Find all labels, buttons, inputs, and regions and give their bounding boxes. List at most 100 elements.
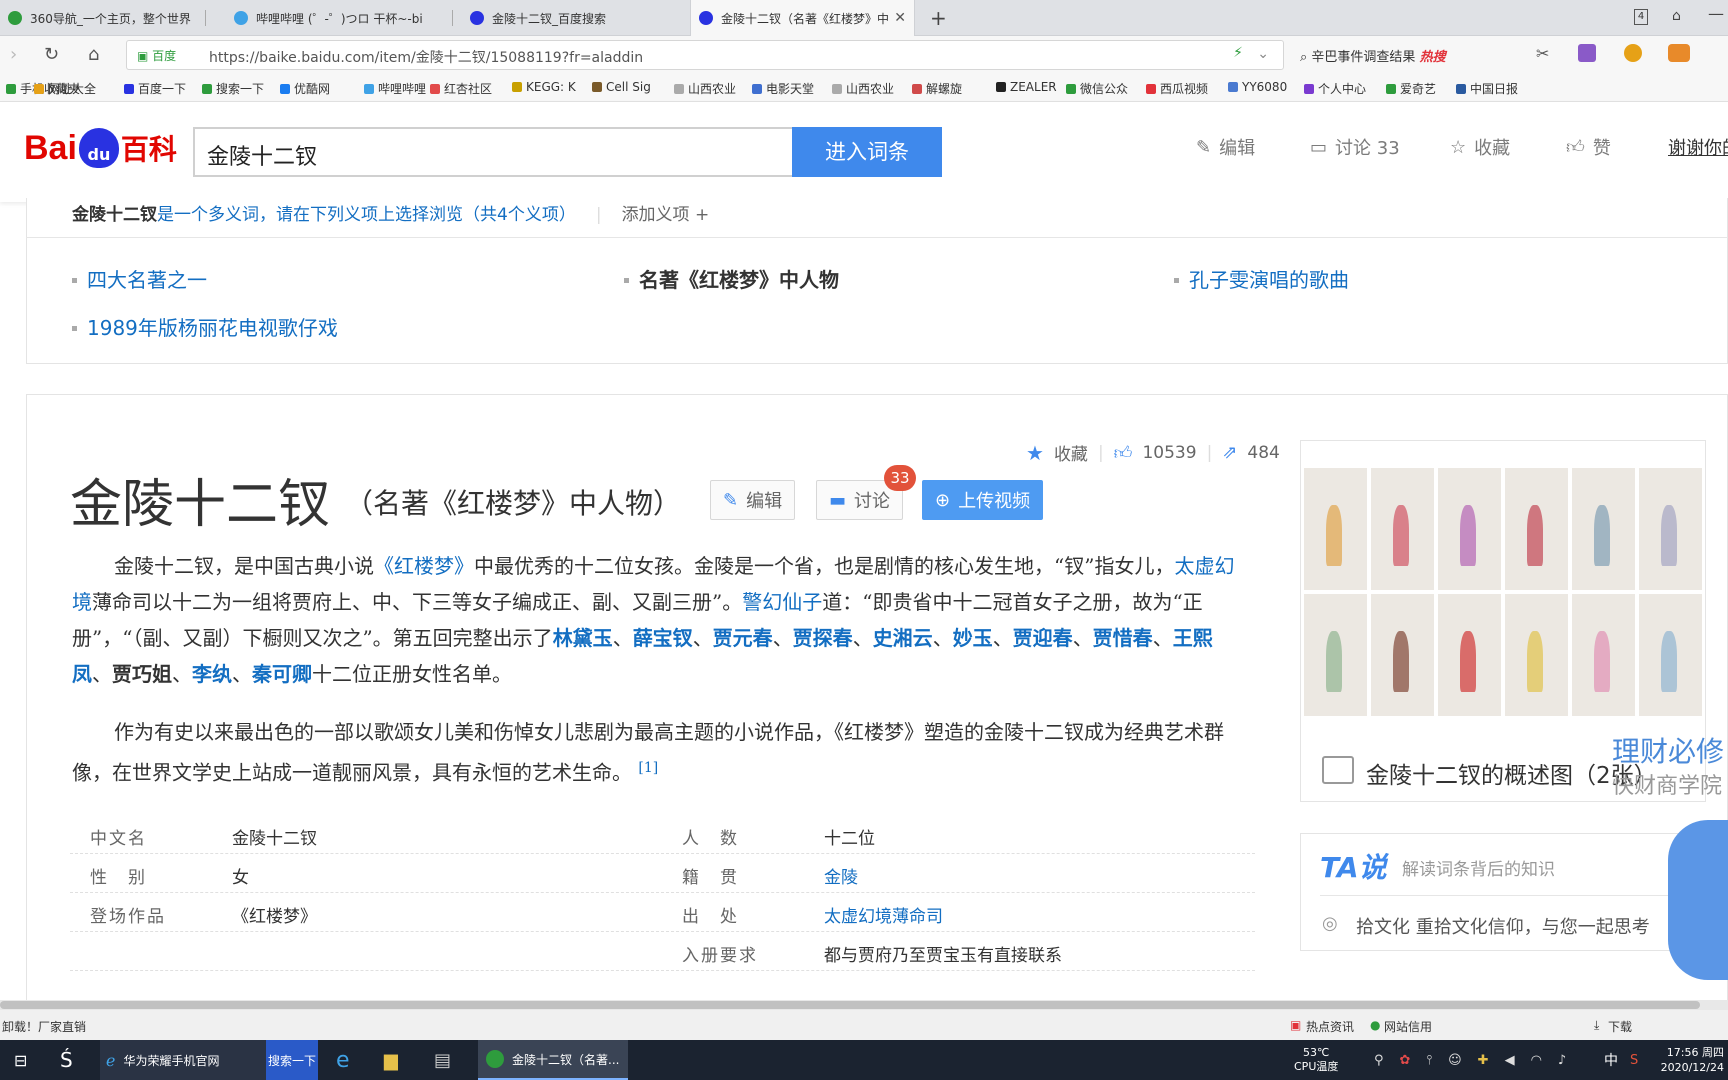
floating-mascot[interactable] [1668,820,1728,980]
game-icon[interactable] [1668,44,1690,62]
minimize-icon[interactable]: — [1708,4,1724,23]
album-image-grid[interactable] [1302,466,1704,718]
name-link[interactable]: 秦可卿 [252,662,312,686]
tab-baike-active[interactable]: 金陵十二钗（名著《红楼梦》中 ✕ [690,0,915,36]
sogou-icon[interactable]: S [1630,1040,1638,1080]
bookmark-item[interactable]: ZEALER [996,80,1057,94]
baidu-baike-logo[interactable]: Bai du 百科 [24,120,177,176]
tab-bilibili[interactable]: 哔哩哔哩 (゜-゜)つロ 干杯~-bil [226,0,422,36]
name-link[interactable]: 贾探春 [793,626,853,650]
header-discuss-button[interactable]: ▭ 讨论 33 [1310,134,1400,160]
bookmark-item[interactable]: 中国日报 [1456,80,1518,97]
store-icon[interactable]: ▤ [434,1040,451,1080]
album-thumbnail[interactable] [1505,594,1568,716]
site-credit-link[interactable]: 网站信用 [1384,1018,1432,1035]
bookmark-item[interactable]: 电影天堂 [752,80,814,97]
polysemy-item[interactable]: 1989年版杨丽花电视歌仔戏 [72,312,338,341]
thumbs-up-icon[interactable]: 👍︎ [1114,442,1133,464]
album-thumbnail[interactable] [1304,594,1367,716]
taskbar-search[interactable]: 搜索一下 [266,1040,318,1080]
download-link[interactable]: 下载 [1608,1018,1632,1035]
upload-video-button[interactable]: ⊕ 上传视频 [922,480,1044,520]
hot-news-link[interactable]: 热点资讯 [1306,1018,1354,1035]
status-ad-text[interactable]: 卸载！厂家直销 [2,1018,86,1035]
name-link[interactable]: 史湘云 [873,626,933,650]
lightning-icon[interactable]: ⚡ [1233,45,1243,61]
bookmark-item[interactable]: 优酷网 [280,80,330,97]
link-hongloumeng[interactable]: 《红楼梦》 [374,554,474,578]
bookmark-item[interactable]: YY6080 [1228,80,1287,94]
link-jinghuan[interactable]: 警幻仙子 [742,590,822,614]
share-icon[interactable]: ⇗ [1222,442,1237,463]
system-tray[interactable]: ⚲ ✿ ⫯ ☺ ✚ ◀ ◠ ♪ [1374,1040,1566,1080]
album-thumbnail[interactable] [1639,468,1702,590]
name-link[interactable]: 贾惜春 [1093,626,1153,650]
info-value-link[interactable]: 太虚幻境薄命司 [824,902,943,927]
taskbar-app-ie[interactable]: ℯ 华为荣耀手机官网 [100,1040,266,1080]
ad-title[interactable]: 理财必修 [1612,730,1724,770]
bookmark-item[interactable]: 红杏社区 [430,80,492,97]
album-thumbnail[interactable] [1572,468,1635,590]
tab-baidu-search[interactable]: 金陵十二钗_百度搜索 [462,0,687,36]
bookmark-item[interactable]: 哔哩哔哩 [364,80,426,97]
bookmark-item[interactable]: 搜索一下 [202,80,264,97]
bookmark-item[interactable]: 微信公众 [1066,80,1128,97]
add-meaning-button[interactable]: 添加义项 + [622,205,710,225]
task-view-icon[interactable]: ⊟ [14,1040,27,1080]
tab-count[interactable]: 4 [1634,9,1648,25]
new-tab-button[interactable]: + [930,6,947,30]
edge-icon[interactable]: e [336,1040,350,1080]
taskbar-app-browser[interactable]: 金陵十二钗（名著... [478,1040,628,1080]
name-link[interactable]: 林黛玉 [553,626,613,650]
home-icon[interactable]: ⌂ [88,44,99,65]
name-link[interactable]: 妙玉 [953,626,993,650]
app-s-icon[interactable]: Ś [60,1040,73,1080]
coin-icon[interactable] [1624,44,1642,62]
bookmark-item[interactable]: 网址大全 [34,80,96,97]
name-link[interactable]: 贾迎春 [1013,626,1073,650]
header-like-button[interactable]: 👍︎ 赞 [1566,134,1611,160]
chevron-down-icon[interactable]: ⌄ [1257,46,1269,62]
ad-subtitle[interactable]: 快财商学院 [1612,768,1722,800]
clock[interactable]: 17:56 周四 2020/12/24 [1654,1040,1724,1080]
tab-360[interactable]: 360导航_一个主页，整个世界 [0,0,205,36]
favorite-label[interactable]: 收藏 [1054,440,1088,465]
star-icon[interactable]: ★ [1026,441,1044,465]
close-tab-icon[interactable]: ✕ [894,10,906,26]
bookmark-item[interactable]: 解螺旋 [912,80,962,97]
bookmark-item[interactable]: 山西农业 [674,80,736,97]
album-thumbnail[interactable] [1371,468,1434,590]
scissors-icon[interactable]: ✂ [1536,44,1549,63]
polysemy-text[interactable]: 是一个多义词，请在下列义项上选择浏览（共4个义项） [157,205,576,225]
name-link[interactable]: 薛宝钗 [633,626,693,650]
header-favorite-button[interactable]: ☆ 收藏 [1450,134,1510,160]
album-thumbnail[interactable] [1572,594,1635,716]
scrollbar-thumb[interactable] [0,1001,1700,1009]
name-link[interactable]: 贾元春 [713,626,773,650]
translate-icon[interactable] [1578,44,1596,62]
bookmark-item[interactable]: 西瓜视频 [1146,80,1208,97]
ime-indicator[interactable]: 中 [1604,1040,1618,1080]
album-thumbnail[interactable] [1438,468,1501,590]
forward-icon[interactable]: › [10,44,17,65]
name-link[interactable]: 李纨 [192,662,232,686]
bookmark-item[interactable]: 山西农业 [832,80,894,97]
url-text[interactable]: https://baike.baidu.com/item/金陵十二钗/15088… [209,47,643,67]
polysemy-item[interactable]: 四大名著之一 [72,264,207,293]
reference-link[interactable]: [1] [638,760,658,776]
album-thumbnail[interactable] [1505,468,1568,590]
folder-icon[interactable]: ▆ [384,1040,398,1080]
header-edit-button[interactable]: ✎ 编辑 [1196,134,1255,160]
hot-search[interactable]: ⌕ 辛巴事件调查结果 热搜 [1300,46,1446,65]
thanks-link[interactable]: 谢谢你的 [1668,134,1728,160]
enter-entry-button[interactable]: 进入词条 [792,127,942,177]
bookmark-item[interactable]: 百度一下 [124,80,186,97]
album-thumbnail[interactable] [1639,594,1702,716]
bookmark-item[interactable]: 个人中心 [1304,80,1366,97]
album-thumbnail[interactable] [1304,468,1367,590]
bookmark-item[interactable]: KEGG: K [512,80,576,94]
polysemy-item[interactable]: 孔子雯演唱的歌曲 [1174,264,1349,293]
edit-button[interactable]: ✎ 编辑 [710,480,796,520]
refresh-icon[interactable]: ↻ [44,44,59,65]
ta-shuo-item[interactable]: 拾文化 重拾文化信仰，与您一起思考 [1356,913,1650,939]
